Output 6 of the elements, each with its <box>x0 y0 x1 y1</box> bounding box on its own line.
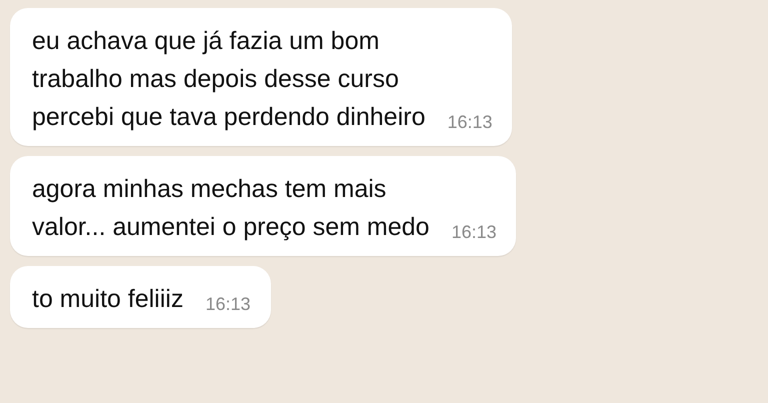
message-text: eu achava que já fazia um bom trabalho mas depois desse curso percebi que tava perdendo dinheiro <box>32 26 426 133</box>
message-time: 16:13 <box>446 111 492 134</box>
message-time: 16:13 <box>450 221 496 244</box>
message-text: agora minhas mechas tem mais valor... aumentei o preço sem medo <box>32 174 430 243</box>
message-time: 16:13 <box>204 293 250 316</box>
message-text: to muito feliiiz <box>32 284 184 315</box>
